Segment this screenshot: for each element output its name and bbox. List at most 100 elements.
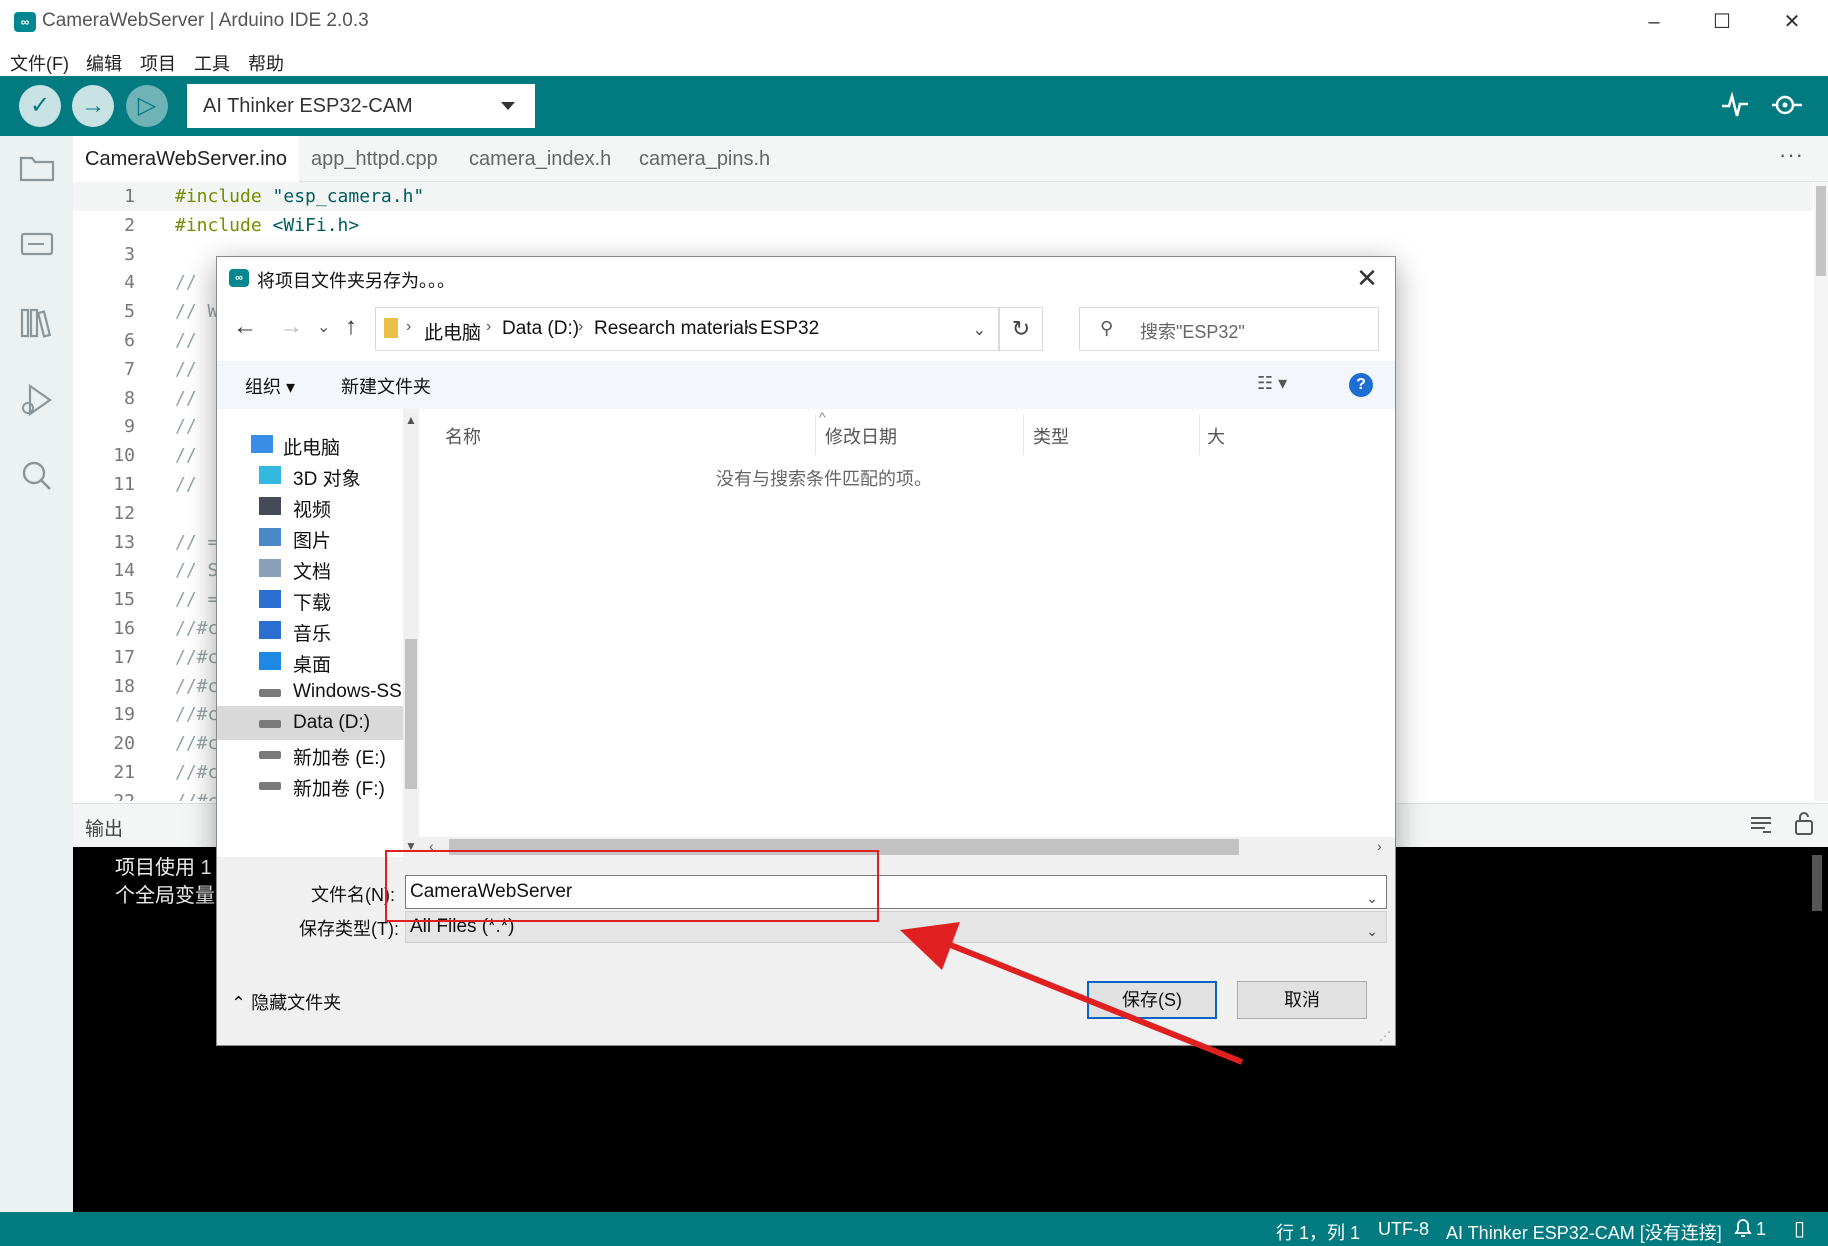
notification-count: 1 [1756, 1219, 1767, 1239]
breadcrumb-this-pc[interactable]: 此电脑 [424, 318, 481, 345]
board-status[interactable]: AI Thinker ESP32-CAM [没有连接] [1446, 1219, 1722, 1245]
breadcrumb-research-materials[interactable]: Research materials [594, 318, 758, 340]
nav-item[interactable]: 下载 [217, 582, 403, 616]
recent-locations-icon[interactable]: ⌄ [317, 317, 330, 337]
tab-camera-pins-h[interactable]: camera_pins.h [627, 136, 782, 182]
column-type[interactable]: 类型 [1033, 423, 1069, 449]
dialog-close-button[interactable]: ✕ [1349, 261, 1385, 297]
code-text: #include <WiFi.h> [175, 211, 359, 240]
menu-sketch[interactable]: 项目 [140, 50, 176, 76]
code-string: <WiFi.h> [261, 214, 360, 236]
search-input[interactable]: ⚲ 搜索"ESP32" [1079, 307, 1379, 351]
line-number: 14 [113, 560, 135, 582]
clear-output-icon[interactable] [1749, 812, 1773, 841]
nav-item[interactable]: 桌面 [217, 644, 403, 678]
back-arrow-icon[interactable]: ← [233, 313, 257, 341]
code-comment: //#c [175, 762, 219, 783]
nav-item[interactable]: 文档 [217, 551, 403, 585]
more-tabs-button[interactable]: ··· [1779, 142, 1804, 168]
code-line[interactable]: 1 #include "esp_camera.h" [73, 182, 1773, 211]
code-comment: // = [175, 589, 219, 611]
help-icon[interactable]: ? [1349, 373, 1373, 397]
folder-icon[interactable] [18, 152, 56, 190]
nav-item[interactable]: 视频 [217, 489, 403, 523]
library-icon[interactable] [18, 304, 56, 342]
file-list-pane[interactable]: ^ 名称 修改日期 类型 大小 没有与搜索条件匹配的项。 ‹ › [419, 409, 1395, 857]
debug-button[interactable]: ▷ [126, 85, 168, 127]
nav-item[interactable]: 此电脑 [217, 427, 403, 461]
editor-scrollbar[interactable] [1814, 182, 1828, 801]
column-size[interactable]: 大小 [1207, 423, 1225, 449]
editor-scroll-thumb[interactable] [1816, 186, 1826, 276]
menu-tools[interactable]: 工具 [194, 50, 230, 76]
chevron-down-icon[interactable]: ⌄ [1366, 916, 1378, 946]
nav-item[interactable]: 新加卷 (F:) [217, 768, 403, 802]
hide-folders-toggle[interactable]: ⌃ 隐藏文件夹 [231, 989, 341, 1015]
maximize-button[interactable]: ☐ [1702, 6, 1742, 38]
up-arrow-icon[interactable]: ↑ [345, 313, 357, 341]
nav-item-label: 音乐 [293, 624, 332, 645]
menu-file[interactable]: 文件(F) [10, 50, 69, 76]
nav-scrollbar[interactable] [403, 409, 419, 857]
upload-button[interactable]: → [72, 85, 114, 127]
panel-toggle-icon[interactable]: ▯ [1794, 1216, 1805, 1241]
menu-edit[interactable]: 编辑 [86, 50, 122, 76]
cancel-button[interactable]: 取消 [1237, 981, 1367, 1019]
tab-app-httpd-cpp[interactable]: app_httpd.cpp [299, 136, 450, 182]
nav-item[interactable]: 新加卷 (E:) [217, 737, 403, 771]
line-number: 12 [113, 502, 135, 524]
nav-item[interactable]: 图片 [217, 520, 403, 554]
new-folder-button[interactable]: 新建文件夹 [341, 373, 431, 399]
nav-item[interactable]: Windows-SSD ( [217, 675, 419, 709]
output-scrollbar[interactable] [1812, 855, 1822, 911]
breadcrumb-esp32[interactable]: ESP32 [760, 318, 819, 340]
chevron-down-icon[interactable]: ⌄ [1366, 882, 1378, 914]
code-line[interactable]: 2 #include <WiFi.h> [73, 211, 1773, 240]
close-button[interactable]: ✕ [1772, 6, 1812, 38]
nav-item[interactable]: 音乐 [217, 613, 403, 647]
encoding-indicator[interactable]: UTF-8 [1378, 1219, 1429, 1240]
code-text: //#c [175, 729, 218, 758]
forward-arrow-icon[interactable]: → [279, 313, 303, 341]
nav-scroll-thumb[interactable] [405, 639, 417, 789]
resize-grip-icon[interactable]: ⋰ [1379, 1029, 1391, 1043]
nav-item[interactable]: 3D 对象 [217, 458, 403, 492]
board-manager-icon[interactable] [18, 228, 56, 266]
chevron-down-icon[interactable]: ⌄ [973, 320, 986, 340]
scroll-up-icon[interactable]: ▲ [405, 413, 417, 427]
3d-objects-icon [259, 466, 281, 484]
view-options-icon[interactable]: ☷ ▾ [1257, 373, 1287, 394]
serial-monitor-icon[interactable] [1770, 90, 1804, 127]
debug-icon[interactable] [18, 382, 56, 420]
nav-item[interactable]: Data (D:) [217, 706, 403, 740]
code-string: "esp_camera.h" [261, 186, 425, 207]
search-icon[interactable] [18, 458, 56, 496]
tab-camera-index-h[interactable]: camera_index.h [457, 136, 623, 182]
column-date-modified[interactable]: 修改日期 [825, 423, 897, 449]
code-keyword: #include [175, 214, 262, 236]
organize-button[interactable]: 组织 ▾ [245, 373, 295, 399]
column-name[interactable]: 名称 [445, 423, 481, 449]
tab-camerawebserver-ino[interactable]: CameraWebServer.ino [73, 136, 299, 182]
code-comment: // [175, 474, 197, 495]
lock-icon[interactable] [1793, 810, 1815, 841]
menu-help[interactable]: 帮助 [248, 50, 284, 76]
line-number: 7 [124, 358, 135, 380]
bell-icon[interactable] [1734, 1218, 1752, 1243]
music-icon [259, 621, 281, 639]
dialog-title: 将项目文件夹另存为。。。 [257, 271, 455, 291]
address-bar[interactable]: › 此电脑 › Data (D:) › Research materials ›… [375, 307, 999, 351]
breadcrumb-data-d[interactable]: Data (D:) [502, 318, 579, 340]
verify-button[interactable]: ✓ [19, 85, 61, 127]
navigation-pane[interactable]: 此电脑 3D 对象 视频 图片 文档 下载音乐 桌面 Windows-SSD (Data (D… [217, 409, 419, 857]
cursor-position[interactable]: 行 1，列 1 [1276, 1219, 1360, 1245]
scroll-right-icon[interactable]: › [1377, 838, 1382, 854]
code-text: // [175, 268, 197, 297]
minimize-button[interactable]: – [1634, 6, 1674, 38]
line-number: 17 [113, 646, 135, 668]
code-comment: // [175, 387, 197, 409]
refresh-button[interactable]: ↻ [999, 307, 1043, 351]
serial-plotter-icon[interactable] [1718, 90, 1752, 127]
chevron-up-icon: ⌃ [231, 993, 252, 1013]
board-selector[interactable]: AI Thinker ESP32-CAM [187, 84, 535, 128]
